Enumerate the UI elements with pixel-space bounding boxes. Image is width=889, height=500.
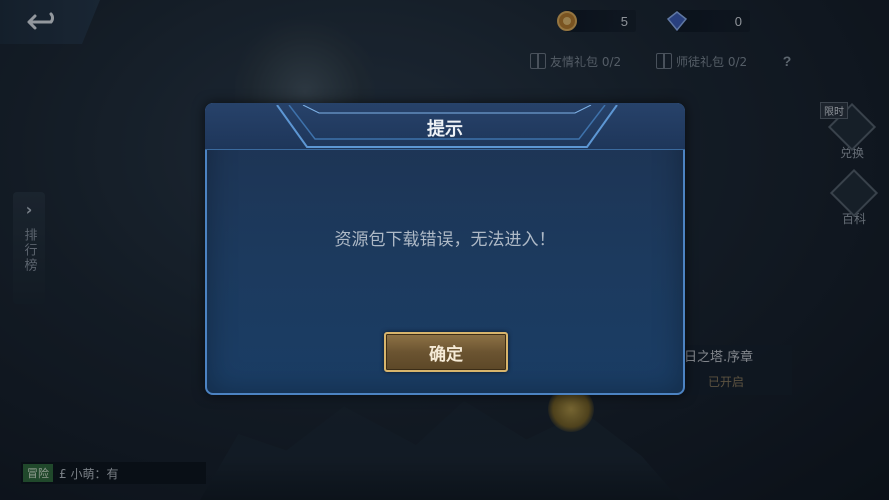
dialog-message: 资源包下载错误，无法进入！ [334,230,556,250]
confirm-button[interactable]: 确定 [384,332,508,372]
game-lobby-screen: 5 0 友情礼包 0/2 师徒礼包 0/2 ? 兑换 限时 百科 › 排行榜 日… [0,0,889,500]
alert-dialog: 提示 资源包下载错误，无法进入！ 确定 [205,103,685,395]
dialog-title: 提示 [427,119,463,140]
